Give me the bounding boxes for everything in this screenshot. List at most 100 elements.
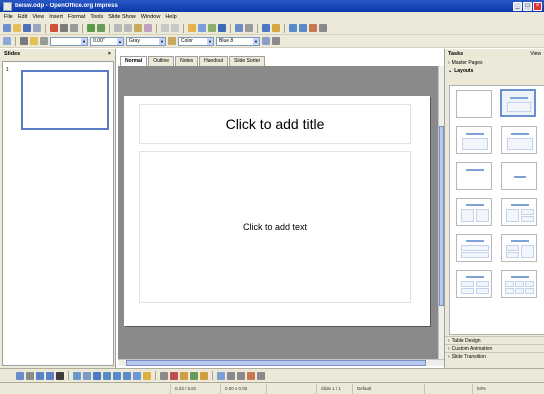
title-placeholder[interactable]: Click to add title <box>139 104 411 144</box>
line-icon[interactable] <box>20 37 28 45</box>
close-icon[interactable]: × <box>108 51 111 57</box>
glue-points-icon[interactable] <box>170 371 178 380</box>
line-color-select[interactable]: Gray ▼ <box>126 36 166 46</box>
minimize-button[interactable]: _ <box>513 1 522 11</box>
section-slide-transition[interactable]: › Slide Transition <box>445 352 544 360</box>
layout-title-content-below[interactable] <box>456 234 492 262</box>
autospell-icon[interactable] <box>97 24 105 32</box>
maximize-button[interactable]: □ <box>523 1 532 11</box>
menu-window[interactable]: Window <box>141 14 161 20</box>
menu-file[interactable]: File <box>4 14 13 20</box>
view-menu-button[interactable]: View <box>530 51 541 57</box>
callouts-icon[interactable] <box>133 371 141 380</box>
tab-outline[interactable]: Outline <box>148 56 175 66</box>
copy-icon[interactable] <box>124 24 132 32</box>
alignment-icon[interactable] <box>227 371 235 380</box>
cut-icon[interactable] <box>114 24 122 32</box>
layout-two-and-content[interactable] <box>501 234 537 262</box>
toolbar-options-icon[interactable] <box>257 371 265 380</box>
export-pdf-icon[interactable] <box>50 24 58 32</box>
symbol-shapes-icon[interactable] <box>103 371 111 380</box>
horizontal-scrollbar[interactable] <box>118 359 444 366</box>
menu-view[interactable]: View <box>32 14 44 20</box>
close-button[interactable]: × <box>533 1 542 11</box>
navigator-icon[interactable] <box>208 24 216 32</box>
chart-icon[interactable] <box>188 24 196 32</box>
text-tool-icon[interactable] <box>56 371 64 380</box>
line-tool-icon[interactable] <box>26 371 34 380</box>
layout-four-content[interactable] <box>456 270 492 298</box>
area-icon[interactable] <box>30 37 38 45</box>
basic-shapes-icon[interactable] <box>93 371 101 380</box>
menu-edit[interactable]: Edit <box>18 14 27 20</box>
shadow-icon[interactable] <box>262 37 270 45</box>
paste-icon[interactable] <box>134 24 142 32</box>
gallery-tool-icon[interactable] <box>200 371 208 380</box>
hyperlink-icon[interactable] <box>218 24 226 32</box>
menu-slide-show[interactable]: Slide Show <box>108 14 136 20</box>
menu-format[interactable]: Format <box>68 14 85 20</box>
format-paintbrush-icon[interactable] <box>144 24 152 32</box>
layout-title-text[interactable] <box>501 126 537 154</box>
ellipse-tool-icon[interactable] <box>46 371 54 380</box>
arrow-style-icon[interactable] <box>40 37 48 45</box>
body-placeholder[interactable]: Click to add text <box>139 151 411 303</box>
zoom-icon[interactable] <box>245 24 253 32</box>
layout-two-content[interactable] <box>456 198 492 226</box>
print-icon[interactable] <box>60 24 68 32</box>
zoom-level[interactable]: 53% <box>472 383 512 394</box>
toolbar-options-icon[interactable] <box>272 37 280 45</box>
email-icon[interactable] <box>33 24 41 32</box>
rotate-icon[interactable] <box>217 371 225 380</box>
redo-icon[interactable] <box>171 24 179 32</box>
section-layouts[interactable]: ⌄ Layouts <box>445 67 544 75</box>
area-style-select[interactable]: Color ▼ <box>178 36 214 46</box>
scrollbar-thumb[interactable] <box>126 360 426 366</box>
tab-normal[interactable]: Normal <box>120 56 148 66</box>
styles-icon[interactable] <box>3 37 11 45</box>
layout-title-only[interactable] <box>456 126 492 154</box>
slide-layout-icon[interactable] <box>299 24 307 32</box>
section-master-pages[interactable]: › Master Pages <box>445 59 544 67</box>
section-custom-animation[interactable]: › Custom Animation <box>445 344 544 352</box>
spellcheck-icon[interactable] <box>87 24 95 32</box>
layout-centered-text[interactable] <box>501 162 537 190</box>
line-width-field[interactable]: 0.00" ▲ <box>90 36 124 46</box>
menu-tools[interactable]: Tools <box>90 14 103 20</box>
save-icon[interactable] <box>23 24 31 32</box>
layout-title-subtitle[interactable] <box>456 162 492 190</box>
line-style-select[interactable]: ▼ <box>50 36 88 46</box>
layout-title-content[interactable] <box>500 89 536 117</box>
extrusion-icon[interactable] <box>247 371 255 380</box>
slide-canvas[interactable]: Click to add title Click to add text <box>124 96 430 326</box>
flowchart-icon[interactable] <box>123 371 131 380</box>
slide-show-icon[interactable] <box>235 24 243 32</box>
section-table-design[interactable]: › Table Design <box>445 336 544 344</box>
table-icon[interactable] <box>198 24 206 32</box>
rectangle-tool-icon[interactable] <box>36 371 44 380</box>
layout-six-content[interactable] <box>501 270 537 298</box>
layout-content-and-two[interactable] <box>501 198 537 226</box>
open-folder-icon[interactable] <box>13 24 21 32</box>
fontwork-icon[interactable] <box>180 371 188 380</box>
slide-thumbnail[interactable] <box>21 70 109 130</box>
page-preview-icon[interactable] <box>70 24 78 32</box>
area-color-select[interactable]: Blue 8 ▼ <box>216 36 260 46</box>
undo-icon[interactable] <box>161 24 169 32</box>
tab-slide-sorter[interactable]: Slide Sorter <box>229 56 266 66</box>
arrange-icon[interactable] <box>237 371 245 380</box>
points-icon[interactable] <box>160 371 168 380</box>
curve-tool-icon[interactable] <box>73 371 81 380</box>
toolbar-options-icon[interactable] <box>319 24 327 32</box>
from-file-icon[interactable] <box>190 371 198 380</box>
menu-help[interactable]: Help <box>165 14 176 20</box>
connector-tool-icon[interactable] <box>83 371 91 380</box>
select-arrow-icon[interactable] <box>16 371 24 380</box>
display-view-icon[interactable] <box>289 24 297 32</box>
help-icon[interactable] <box>262 24 270 32</box>
new-document-icon[interactable] <box>3 24 11 32</box>
area-fill-icon[interactable] <box>168 37 176 45</box>
new-slide-icon[interactable] <box>309 24 317 32</box>
layout-blank[interactable] <box>456 90 492 118</box>
gallery-icon[interactable] <box>272 24 280 32</box>
